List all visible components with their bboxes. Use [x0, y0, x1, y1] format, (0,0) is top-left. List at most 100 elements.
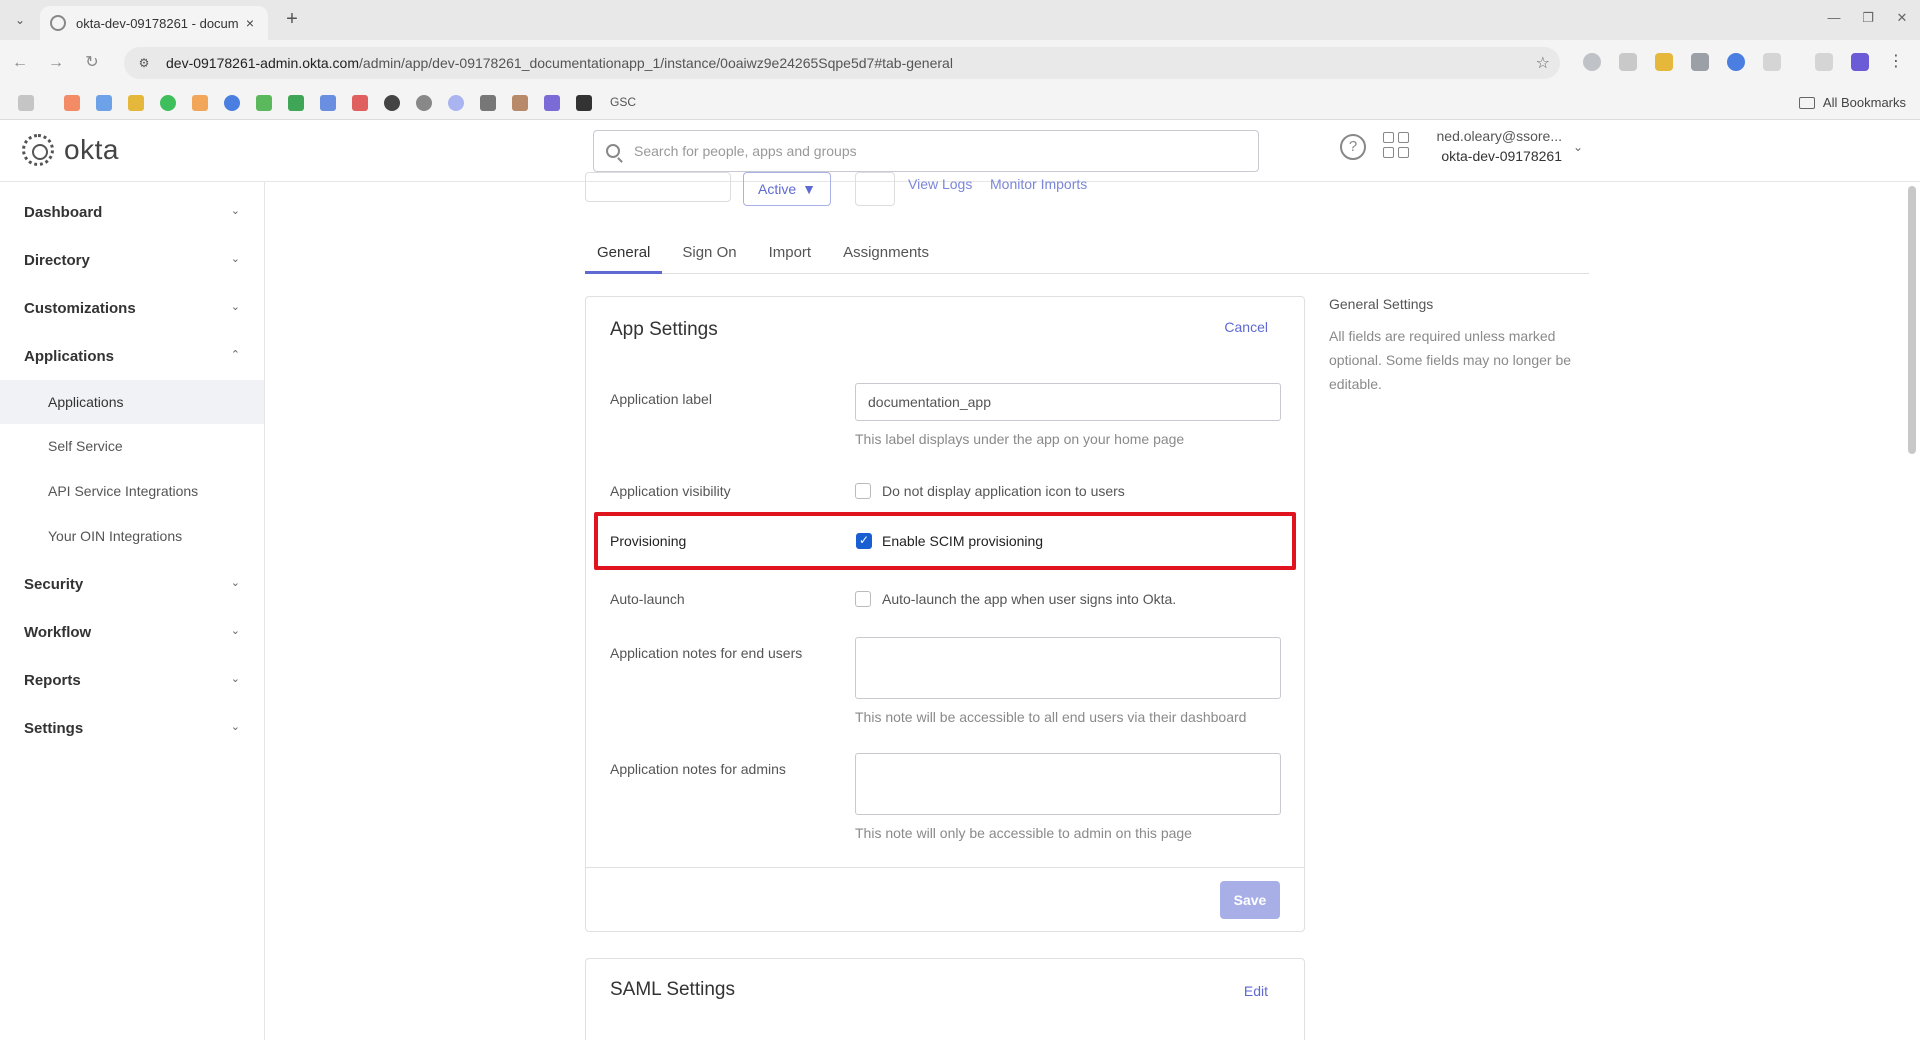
notion-icon[interactable] — [576, 95, 592, 111]
sidebar-item-settings[interactable]: Settings ⌄ — [0, 704, 264, 752]
search-input[interactable] — [634, 143, 1194, 159]
bookmark-icon[interactable] — [512, 95, 528, 111]
extension-icon[interactable] — [1727, 53, 1745, 71]
sidebar-subitem-label: Applications — [48, 394, 124, 410]
close-tab-icon[interactable]: × — [242, 15, 258, 31]
site-info-icon[interactable]: ⚙ — [136, 55, 152, 71]
enable-scim-checkbox-label[interactable]: Enable SCIM provisioning — [882, 533, 1043, 549]
sidebar-subitem-applications[interactable]: Applications — [0, 380, 264, 424]
back-icon[interactable]: ← — [8, 52, 32, 76]
application-label-input[interactable]: documentation_app — [855, 383, 1281, 421]
notes-end-users-textarea[interactable] — [855, 637, 1281, 699]
sidebar-nav: Dashboard ⌄ Directory ⌄ Customizations ⌄ Ap… — [0, 182, 265, 1040]
enable-scim-checkbox[interactable]: ✓ — [856, 533, 872, 549]
extension-icon[interactable] — [1619, 53, 1637, 71]
github-icon[interactable] — [384, 95, 400, 111]
profile-extension-icon[interactable] — [1851, 53, 1869, 71]
view-logs-link[interactable]: View Logs — [908, 176, 972, 192]
sidebar-item-directory[interactable]: Directory ⌄ — [0, 236, 264, 284]
edit-button[interactable]: Edit — [1244, 983, 1268, 999]
auto-launch-checkbox-label[interactable]: Auto-launch the app when user signs into… — [882, 591, 1176, 607]
puzzle-extensions-icon[interactable] — [1763, 53, 1781, 71]
sidebar-item-customizations[interactable]: Customizations ⌄ — [0, 284, 264, 332]
all-bookmarks[interactable]: All Bookmarks — [1798, 95, 1906, 110]
bookmark-icon[interactable] — [64, 95, 80, 111]
new-tab-button[interactable]: + — [280, 8, 304, 32]
chevron-down-icon: ⌄ — [230, 253, 240, 265]
bookmark-icon[interactable] — [160, 95, 176, 111]
provisioning-row-highlight: Provisioning ✓ Enable SCIM provisioning — [594, 512, 1296, 570]
global-search[interactable] — [593, 130, 1259, 172]
save-button[interactable]: Save — [1220, 881, 1280, 919]
bookmark-icon[interactable] — [448, 95, 464, 111]
bookmarks-bar: GSC All Bookmarks — [0, 86, 1920, 120]
bookmark-icon[interactable] — [256, 95, 272, 111]
sidebar-subitem-oin-integrations[interactable]: Your OIN Integrations — [0, 514, 264, 558]
refresh-icon[interactable] — [855, 172, 895, 206]
tab-assignments[interactable]: Assignments — [831, 236, 941, 274]
sidebar-item-workflow[interactable]: Workflow ⌄ — [0, 608, 264, 656]
bookmark-icon[interactable] — [416, 95, 432, 111]
page-scrollbar[interactable] — [1908, 186, 1916, 454]
app-switcher-icon[interactable] — [1383, 132, 1409, 158]
sidebar-subitem-self-service[interactable]: Self Service — [0, 424, 264, 468]
bookmark-icon[interactable] — [544, 95, 560, 111]
application-label-hint: This label displays under the app on you… — [855, 431, 1185, 447]
notes-end-users-hint: This note will be accessible to all end … — [855, 709, 1247, 725]
okta-logo[interactable]: okta — [22, 134, 119, 166]
hide-icon-checkbox-label[interactable]: Do not display application icon to users — [882, 483, 1125, 499]
tab-sign-on[interactable]: Sign On — [670, 236, 748, 274]
sidebar-subitem-api-service-integrations[interactable]: API Service Integrations — [0, 469, 264, 513]
bookmark-icon[interactable] — [224, 95, 240, 111]
notes-admins-textarea[interactable] — [855, 753, 1281, 815]
browser-tab-active[interactable]: okta-dev-09178261 - docum × — [40, 6, 268, 40]
help-icon[interactable]: ? — [1340, 134, 1366, 160]
tab-list-chevron-icon[interactable]: ⌄ — [10, 10, 30, 30]
tab-general[interactable]: General — [585, 236, 663, 274]
sidebar-item-dashboard[interactable]: Dashboard ⌄ — [0, 188, 264, 236]
bookmark-icon[interactable] — [96, 95, 112, 111]
reload-icon[interactable]: ↻ — [80, 52, 104, 76]
bookmark-icon[interactable] — [288, 95, 304, 111]
bookmark-icon[interactable] — [480, 95, 496, 111]
bookmark-icon[interactable] — [192, 95, 208, 111]
sidebar-item-security[interactable]: Security ⌄ — [0, 560, 264, 608]
sidebar-item-label: Workflow — [24, 623, 92, 641]
apps-grid-icon[interactable] — [18, 95, 34, 111]
sidebar-item-applications[interactable]: Applications ⌃ — [0, 332, 264, 380]
browser-toolbar: ← → ↻ ⚙ dev-09178261-admin.okta.com/admi… — [0, 40, 1920, 86]
status-dropdown[interactable]: Active ▼ — [743, 172, 831, 206]
sidebar-subitem-label: API Service Integrations — [48, 483, 199, 499]
forward-icon[interactable]: → — [44, 52, 68, 76]
cancel-button[interactable]: Cancel — [1224, 319, 1268, 335]
bookmark-icon[interactable] — [352, 95, 368, 111]
close-window-icon[interactable]: ✕ — [1890, 10, 1914, 26]
tab-import[interactable]: Import — [757, 236, 824, 274]
sidebar-subitem-label: Your OIN Integrations — [48, 528, 183, 544]
browser-tabstrip: ⌄ okta-dev-09178261 - docum × + — ❐ ✕ — [0, 0, 1920, 40]
sidebar-item-reports[interactable]: Reports ⌄ — [0, 656, 264, 704]
chevron-down-icon[interactable]: ⌄ — [1573, 140, 1583, 154]
download-icon[interactable] — [1815, 53, 1833, 71]
address-bar[interactable]: ⚙ dev-09178261-admin.okta.com/admin/app/… — [124, 47, 1560, 79]
bookmark-icon[interactable] — [128, 95, 144, 111]
url-host: dev-09178261-admin.okta.com — [166, 55, 360, 71]
user-menu[interactable]: ned.oleary@ssore... okta-dev-09178261 — [1422, 128, 1563, 164]
extension-icon[interactable] — [1655, 53, 1673, 71]
browser-menu-icon[interactable]: ⋮ — [1887, 53, 1905, 71]
restore-icon[interactable]: ❐ — [1856, 10, 1880, 26]
extension-icon[interactable] — [1583, 53, 1601, 71]
extension-icon[interactable] — [1691, 53, 1709, 71]
auto-launch-checkbox[interactable] — [855, 591, 871, 607]
sidebar-item-label: Settings — [24, 719, 84, 737]
notes-admins-label: Application notes for admins — [610, 761, 786, 777]
hide-icon-checkbox[interactable] — [855, 483, 871, 499]
bookmark-icon[interactable] — [320, 95, 336, 111]
sidebar-item-label: Reports — [24, 671, 81, 689]
monitor-imports-link[interactable]: Monitor Imports — [990, 176, 1087, 192]
minimize-icon[interactable]: — — [1822, 10, 1846, 25]
okta-sunburst-icon — [22, 134, 54, 166]
push-groups-button[interactable] — [585, 172, 731, 202]
bookmark-gsc[interactable]: GSC — [610, 95, 636, 109]
bookmark-star-icon[interactable]: ☆ — [1536, 53, 1550, 73]
